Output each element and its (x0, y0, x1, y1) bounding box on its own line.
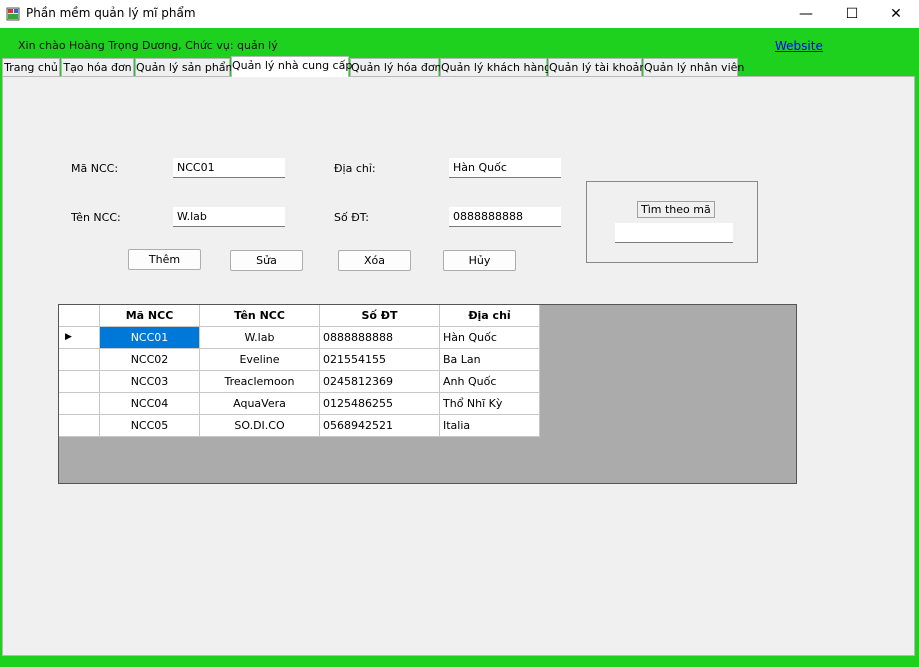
window-title: Phần mềm quản lý mĩ phẩm (26, 6, 196, 20)
table-row[interactable]: ▶ NCC01 W.lab 0888888888 Hàn Quốc (59, 327, 540, 349)
column-header-so-dt[interactable]: Số ĐT (320, 305, 440, 327)
tab-quan-ly-khach-hang[interactable]: Quản lý khách hàng (440, 58, 551, 76)
tab-quan-ly-hoa-don[interactable]: Quản lý hóa đơn (350, 58, 442, 76)
add-button[interactable]: Thêm (128, 249, 201, 270)
cell-so-dt[interactable]: 021554155 (320, 349, 440, 371)
cell-ma-ncc[interactable]: NCC03 (100, 371, 200, 393)
delete-button[interactable]: Xóa (338, 250, 411, 271)
app-icon (6, 7, 20, 21)
tab-quan-ly-san-pham[interactable]: Quản lý sản phẩm (135, 58, 236, 76)
cell-dia-chi[interactable]: Italia (440, 415, 540, 437)
greeting-text: Xin chào Hoàng Trọng Dương, Chức vụ: quả… (18, 39, 278, 52)
table-row[interactable]: NCC05 SO.DI.CO 0568942521 Italia (59, 415, 540, 437)
cell-ma-ncc[interactable]: NCC02 (100, 349, 200, 371)
grid-corner (59, 305, 100, 327)
tab-tao-hoa-don[interactable]: Tạo hóa đơn (61, 58, 134, 76)
cell-dia-chi[interactable]: Ba Lan (440, 349, 540, 371)
cell-so-dt[interactable]: 0245812369 (320, 371, 440, 393)
cell-ma-ncc[interactable]: NCC05 (100, 415, 200, 437)
cell-ma-ncc[interactable]: NCC04 (100, 393, 200, 415)
bottom-strip (0, 656, 919, 667)
website-link[interactable]: Website (775, 39, 823, 53)
tab-strip: Trang chủ Tạo hóa đơn Quản lý sản phẩm Q… (0, 56, 919, 77)
cell-so-dt[interactable]: 0888888888 (320, 327, 440, 349)
tab-quan-ly-nha-cung-cap[interactable]: Quản lý nhà cung cấp (231, 56, 352, 77)
cell-dia-chi[interactable]: Thổ Nhĩ Kỳ (440, 393, 540, 415)
column-header-ten-ncc[interactable]: Tên NCC (200, 305, 320, 327)
column-header-ma-ncc[interactable]: Mã NCC (100, 305, 200, 327)
dia-chi-input[interactable] (449, 158, 561, 178)
grid-header-row: Mã NCC Tên NCC Số ĐT Địa chỉ (59, 305, 540, 327)
cell-ten-ncc[interactable]: W.lab (200, 327, 320, 349)
search-input[interactable] (615, 223, 733, 243)
cell-ten-ncc[interactable]: Treaclemoon (200, 371, 320, 393)
greeting-bar: Xin chào Hoàng Trọng Dương, Chức vụ: quả… (0, 28, 919, 58)
search-title: Tìm theo mã (637, 201, 715, 218)
supplier-panel: Mã NCC: Tên NCC: Địa chỉ: Số ĐT: Thêm Sử… (2, 76, 915, 656)
close-button[interactable]: ✕ (873, 0, 919, 28)
minimize-button[interactable]: — (783, 0, 829, 28)
table-row[interactable]: NCC03 Treaclemoon 0245812369 Anh Quốc (59, 371, 540, 393)
edit-button[interactable]: Sửa (230, 250, 303, 271)
row-indicator-icon: ▶ (59, 327, 100, 349)
table-row[interactable]: NCC04 AquaVera 0125486255 Thổ Nhĩ Kỳ (59, 393, 540, 415)
cell-so-dt[interactable]: 0568942521 (320, 415, 440, 437)
so-dt-input[interactable] (449, 207, 561, 227)
title-bar: Phần mềm quản lý mĩ phẩm — ☐ ✕ (0, 0, 919, 28)
row-header[interactable] (59, 371, 100, 393)
supplier-grid[interactable]: Mã NCC Tên NCC Số ĐT Địa chỉ ▶ NCC01 W.l… (58, 304, 797, 484)
minimize-icon: — (799, 6, 813, 22)
ma-ncc-label: Mã NCC: (71, 162, 119, 175)
tab-quan-ly-tai-khoan[interactable]: Quản lý tài khoản (548, 58, 646, 76)
maximize-icon: ☐ (845, 6, 859, 22)
cell-dia-chi[interactable]: Anh Quốc (440, 371, 540, 393)
so-dt-label: Số ĐT: (334, 211, 369, 224)
cell-so-dt[interactable]: 0125486255 (320, 393, 440, 415)
column-header-dia-chi[interactable]: Địa chỉ (440, 305, 540, 327)
ma-ncc-input[interactable] (173, 158, 285, 178)
tab-trang-chu[interactable]: Trang chủ (2, 58, 60, 76)
cell-dia-chi[interactable]: Hàn Quốc (440, 327, 540, 349)
ten-ncc-label: Tên NCC: (71, 211, 121, 224)
tab-quan-ly-nhan-vien[interactable]: Quản lý nhân viên (643, 58, 744, 76)
table-row[interactable]: NCC02 Eveline 021554155 Ba Lan (59, 349, 540, 371)
cancel-button[interactable]: Hủy (443, 250, 516, 271)
cell-ten-ncc[interactable]: SO.DI.CO (200, 415, 320, 437)
close-icon: ✕ (890, 6, 902, 22)
row-header[interactable] (59, 393, 100, 415)
dia-chi-label: Địa chỉ: (334, 162, 376, 175)
maximize-button[interactable]: ☐ (829, 0, 875, 28)
cell-ten-ncc[interactable]: AquaVera (200, 393, 320, 415)
cell-ten-ncc[interactable]: Eveline (200, 349, 320, 371)
row-header[interactable] (59, 349, 100, 371)
row-header[interactable] (59, 415, 100, 437)
cell-ma-ncc[interactable]: NCC01 (100, 327, 200, 349)
search-groupbox: Tìm theo mã (586, 181, 758, 263)
ten-ncc-input[interactable] (173, 207, 285, 227)
